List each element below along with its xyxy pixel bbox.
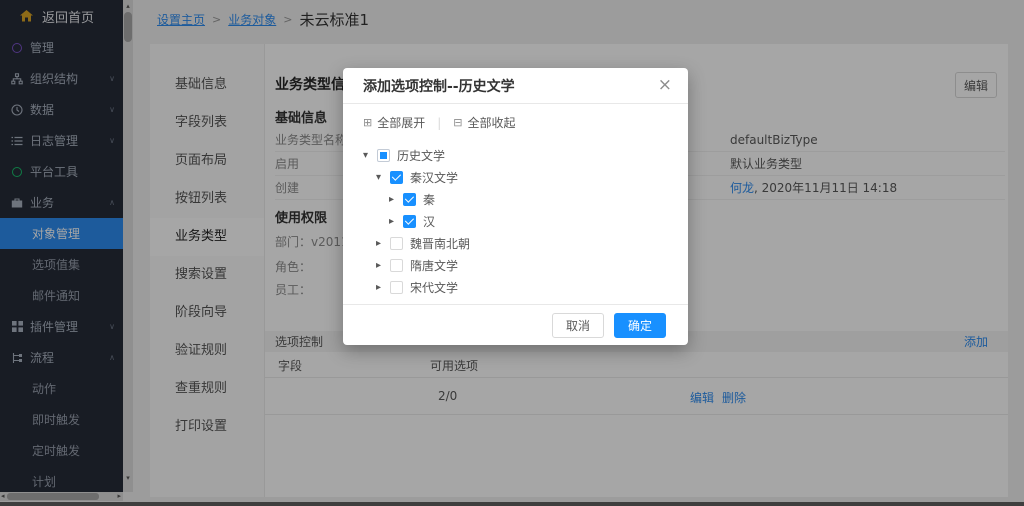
tree-node-han: ▸ 汉	[343, 210, 688, 232]
checkbox-checked[interactable]	[390, 171, 403, 184]
caret-right-icon[interactable]: ▸	[376, 238, 390, 249]
caret-right-icon[interactable]: ▸	[376, 260, 390, 271]
collapse-all-icon: ⊟	[453, 116, 462, 129]
tree-node-history-literature: ▾ 历史文学	[343, 144, 688, 166]
expand-all-label: 全部展开	[377, 114, 425, 131]
confirm-button[interactable]: 确定	[614, 313, 666, 338]
app-window: 返回首页 管理 组织结构 ∨ 数据 ∨ 日志管理 ∨	[0, 0, 1024, 506]
checkbox-unchecked[interactable]	[390, 259, 403, 272]
add-option-control-dialog: 添加选项控制--历史文学 × ⊞ 全部展开 | ⊟ 全部收起 ▾ 历史文学 ▾	[343, 68, 688, 345]
tree-node-label[interactable]: 历史文学	[397, 147, 445, 164]
tree-node-songdai: ▸ 宋代文学	[343, 276, 688, 298]
option-tree: ▾ 历史文学 ▾ 秦汉文学 ▸ 秦 ▸ 汉 ▸ 魏晋南	[343, 144, 688, 298]
expand-all-icon: ⊞	[363, 116, 372, 129]
tree-node-weijin: ▸ 魏晋南北朝	[343, 232, 688, 254]
tree-node-qin: ▸ 秦	[343, 188, 688, 210]
checkbox-unchecked[interactable]	[390, 281, 403, 294]
caret-right-icon[interactable]: ▸	[389, 216, 403, 227]
tree-node-qinhan-literature: ▾ 秦汉文学	[343, 166, 688, 188]
tree-node-label[interactable]: 汉	[423, 213, 435, 230]
toolbar-divider: |	[437, 116, 441, 130]
checkbox-indeterminate[interactable]	[377, 149, 390, 162]
checkbox-checked[interactable]	[403, 193, 416, 206]
caret-right-icon[interactable]: ▸	[389, 194, 403, 205]
tree-toolbar: ⊞ 全部展开 | ⊟ 全部收起	[363, 114, 516, 131]
tree-node-suitang: ▸ 隋唐文学	[343, 254, 688, 276]
tree-node-label[interactable]: 秦	[423, 191, 435, 208]
tree-node-label[interactable]: 秦汉文学	[410, 169, 458, 186]
tree-node-label[interactable]: 魏晋南北朝	[410, 235, 470, 252]
expand-all-button[interactable]: ⊞ 全部展开	[363, 114, 425, 131]
caret-down-icon[interactable]: ▾	[363, 150, 377, 161]
cancel-button[interactable]: 取消	[552, 313, 604, 338]
collapse-all-button[interactable]: ⊟ 全部收起	[453, 114, 515, 131]
tree-node-label[interactable]: 隋唐文学	[410, 257, 458, 274]
tree-node-label[interactable]: 宋代文学	[410, 279, 458, 296]
dialog-title: 添加选项控制--历史文学	[363, 76, 515, 96]
checkbox-checked[interactable]	[403, 215, 416, 228]
collapse-all-label: 全部收起	[468, 114, 516, 131]
caret-down-icon[interactable]: ▾	[376, 172, 390, 183]
checkbox-unchecked[interactable]	[390, 237, 403, 250]
caret-right-icon[interactable]: ▸	[376, 282, 390, 293]
dialog-header: 添加选项控制--历史文学 ×	[343, 68, 688, 104]
close-icon[interactable]: ×	[658, 77, 672, 94]
dialog-footer: 取消 确定	[343, 304, 688, 345]
